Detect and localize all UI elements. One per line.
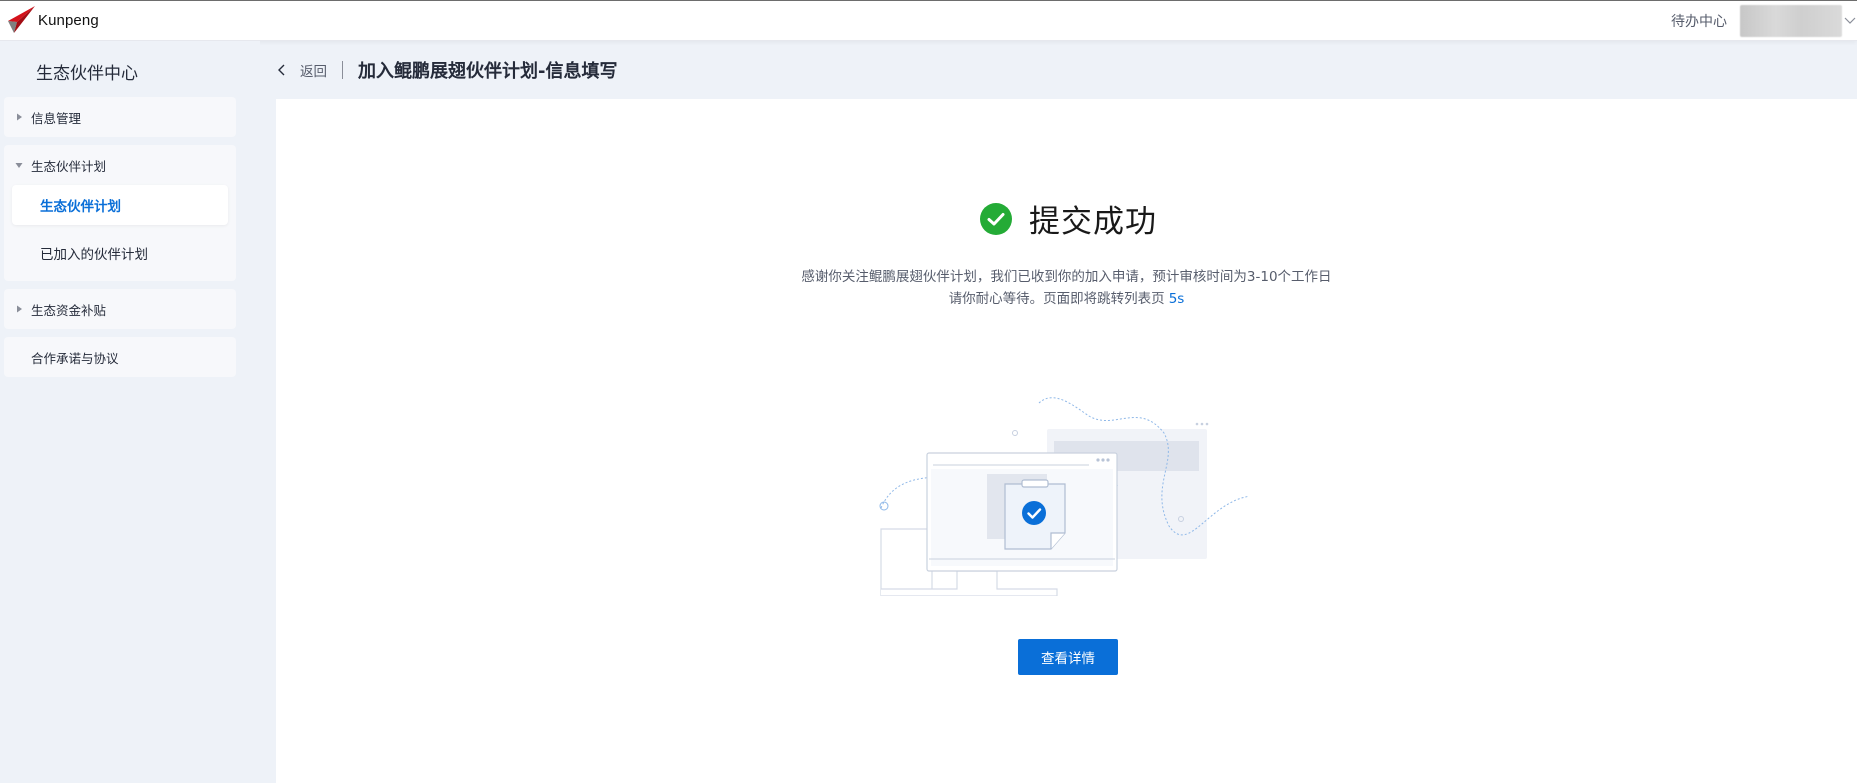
sidebar: 生态伙伴中心 信息管理 生态伙伴计划 生态伙伴计划 已加入的伙伴计划 生态资金补… xyxy=(0,41,260,783)
back-button[interactable]: 返回 xyxy=(276,60,327,80)
result-description-line2: 请你耐心等待。页面即将跳转列表页 5s xyxy=(276,287,1857,307)
success-title: 提交成功 xyxy=(1029,204,1157,240)
sidebar-group-head[interactable]: 生态伙伴计划 xyxy=(4,145,236,185)
success-heading: 提交成功 xyxy=(980,196,1157,241)
redirect-notice: 请你耐心等待。页面即将跳转列表页 xyxy=(948,291,1165,307)
breadcrumb-divider xyxy=(342,61,343,79)
chevron-down-icon[interactable] xyxy=(1843,15,1857,27)
back-label: 返回 xyxy=(300,64,327,80)
sidebar-group-label: 生态资金补贴 xyxy=(31,302,107,318)
chevron-left-icon xyxy=(278,64,285,76)
top-bar: Kunpeng 待办中心 xyxy=(0,0,1857,41)
sidebar-group-label: 生态伙伴计划 xyxy=(31,158,107,174)
caret-right-icon xyxy=(17,305,22,313)
sidebar-group-info-management[interactable]: 信息管理 xyxy=(4,97,236,137)
view-details-button[interactable]: 查看详情 xyxy=(1018,639,1118,675)
sidebar-group-label: 信息管理 xyxy=(31,110,82,126)
sidebar-title: 生态伙伴中心 xyxy=(36,64,138,84)
sidebar-group-funding-subsidy[interactable]: 生态资金补贴 xyxy=(4,289,236,329)
result-description-line1: 感谢你关注鲲鹏展翅伙伴计划，我们已收到你的加入申请，预计审核时间为3-10个工作… xyxy=(801,269,1332,285)
caret-right-icon xyxy=(17,113,22,121)
success-illustration xyxy=(879,397,1249,596)
breadcrumb: 返回 加入鲲鹏展翅伙伴计划-信息填写 xyxy=(276,52,617,88)
sidebar-item-agreements[interactable]: 合作承诺与协议 xyxy=(4,337,236,377)
sidebar-group-partner-plan: 生态伙伴计划 生态伙伴计划 已加入的伙伴计划 xyxy=(4,145,236,281)
countdown-timer: 5s xyxy=(1168,291,1185,307)
page-title: 加入鲲鹏展翅伙伴计划-信息填写 xyxy=(358,61,618,82)
user-avatar[interactable] xyxy=(1740,5,1842,37)
todo-center-link[interactable]: 待办中心 xyxy=(1671,11,1727,31)
sidebar-item-joined-plans[interactable]: 已加入的伙伴计划 xyxy=(12,233,228,273)
check-circle-icon xyxy=(980,202,1012,235)
brand-name: Kunpeng xyxy=(38,11,99,29)
result-card: 提交成功 感谢你关注鲲鹏展翅伙伴计划，我们已收到你的加入申请，预计审核时间为3-… xyxy=(276,99,1857,783)
caret-down-icon xyxy=(15,163,23,168)
sidebar-item-partner-plan[interactable]: 生态伙伴计划 xyxy=(12,185,228,225)
brand-logo[interactable]: Kunpeng xyxy=(6,3,99,37)
kunpeng-logo-icon xyxy=(8,6,35,33)
sidebar-group-label: 合作承诺与协议 xyxy=(31,350,119,366)
